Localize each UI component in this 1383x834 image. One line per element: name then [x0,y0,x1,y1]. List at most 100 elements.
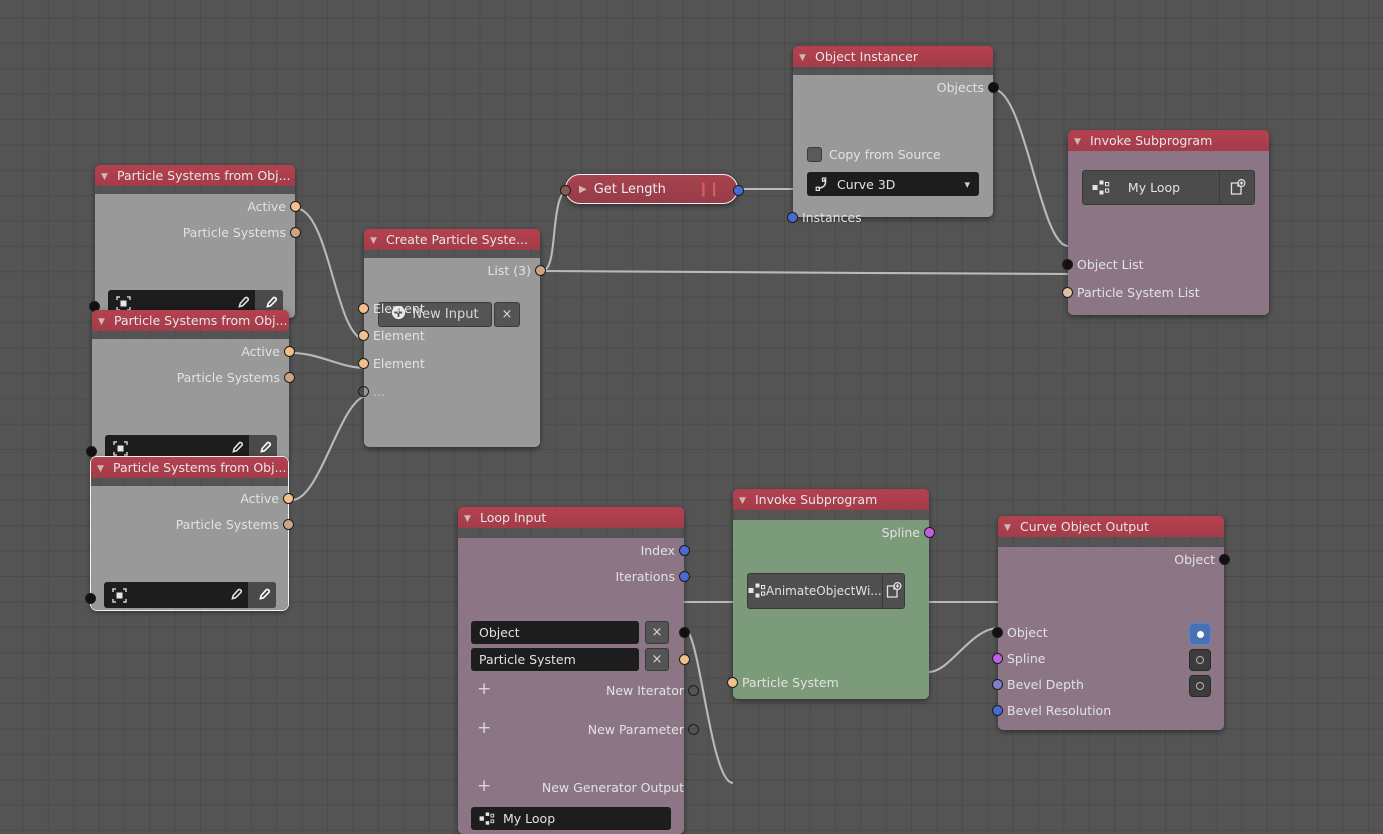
socket-label: Index [640,543,675,558]
socket-index-out[interactable] [679,545,690,556]
eyedropper-icon[interactable] [221,440,249,457]
node-body: List (3) New Input × Element Element Ele… [358,258,546,447]
output-row-particle-systems: Particle Systems [92,365,295,391]
socket-particle-systems-out[interactable] [290,227,301,238]
link-psfo1-element1 [294,206,367,342]
new-iterator-row[interactable]: New Iterator [458,678,699,704]
node-invoke-subprogram-animate-object[interactable]: ▼Invoke Subprogram Spline AnimateObject [727,489,935,699]
subprogram-selector[interactable]: My Loop [1082,170,1255,205]
input-row-element-3: Element [358,350,540,378]
collapse-triangle-icon[interactable]: ▼ [1074,132,1084,151]
node-header[interactable]: ▼ Invoke Subprogram [1068,130,1269,151]
node-object-instancer[interactable]: ▼ Object Instancer Objects Copy from Sour… [787,46,999,225]
node-get-length[interactable]: ▶ Get Length ❙❙ [560,174,744,204]
object-picker-field[interactable] [104,582,276,608]
copy-from-source-checkbox[interactable] [807,147,822,162]
node-particle-systems-from-object-2[interactable]: ▼ Particle Systems from Obj... Active Par… [86,310,295,463]
socket-bevel-depth-in[interactable] [992,679,1003,690]
collapse-triangle-icon[interactable]: ▼ [98,312,108,331]
new-subprogram-icon[interactable] [881,573,904,609]
socket-instances-in[interactable] [787,212,798,223]
toggle-bevel-depth-enabled[interactable] [1189,649,1211,671]
collapse-triangle-icon[interactable]: ▼ [1004,518,1014,537]
socket-object-in[interactable] [85,593,96,604]
node-header[interactable]: ▼ Particle Systems from Obj... [95,165,295,186]
subprogram-selector[interactable]: AnimateObjectWi... [747,573,905,609]
socket-particle-systems-out[interactable] [283,519,294,530]
node-header[interactable]: ▼ Create Particle Syste... [364,229,540,250]
eyedropper-icon[interactable] [220,587,248,604]
socket-list-in[interactable] [560,184,571,196]
socket-active-out[interactable] [284,346,295,357]
link-spline-curvespline [928,626,999,674]
socket-object-list-in[interactable] [1062,259,1073,270]
collapse-triangle-icon[interactable]: ▼ [97,459,107,478]
expand-triangle-icon[interactable]: ▶ [579,184,587,195]
node-header[interactable]: ▼ Curve Object Output [998,516,1224,537]
eyedropper-active-icon[interactable] [248,582,276,608]
input-row-particle-system: Particle System [727,670,938,696]
socket-object-in[interactable] [992,627,1003,638]
socket-new-iterator[interactable] [688,685,699,696]
eyedropper-icon[interactable] [227,295,255,312]
socket-particle-system-list-in[interactable] [1062,287,1073,298]
socket-list-out[interactable] [535,265,546,276]
socket-label: Bevel Resolution [1007,703,1112,718]
node-header[interactable]: ▼ Particle Systems from Obj... [92,310,289,331]
collapse-triangle-icon[interactable]: ▼ [739,491,749,510]
socket-particle-system-out[interactable] [679,654,690,665]
output-row-iterations: Iterations [458,564,690,590]
socket-particle-systems-out[interactable] [284,372,295,383]
socket-spline-out[interactable] [924,527,935,538]
socket-active-out[interactable] [283,493,294,504]
collapse-triangle-icon[interactable]: ▼ [370,231,380,250]
node-title: Object Instancer [815,49,918,64]
socket-particle-system-in[interactable] [727,677,738,688]
socket-iterations-out[interactable] [679,571,690,582]
node-editor-canvas[interactable]: ▼ Particle Systems from Obj... Active Par… [0,0,1383,834]
socket-objects-out[interactable] [988,82,999,93]
new-generator-output-row[interactable]: New Generator Output [458,775,700,801]
socket-active-out[interactable] [290,201,301,212]
socket-element-1-in[interactable] [358,303,369,314]
socket-object-out[interactable] [1219,554,1230,565]
node-create-particle-system-list[interactable]: ▼ Create Particle Syste... List (3) New I… [358,229,546,447]
iterator-field-object[interactable]: Object [471,621,639,644]
toggle-spline-enabled[interactable] [1189,623,1211,645]
loop-name-field[interactable]: My Loop [471,807,671,830]
node-title: Invoke Subprogram [1090,133,1213,148]
socket-bevel-resolution-in[interactable] [992,705,1003,716]
node-header[interactable]: ▼ Object Instancer [793,46,993,67]
collapse-triangle-icon[interactable]: ▼ [464,509,474,528]
new-parameter-row[interactable]: New Parameter [458,717,699,743]
socket-spline-in[interactable] [992,653,1003,664]
node-invoke-subprogram-my-loop[interactable]: ▼ Invoke Subprogram My Loop Object List … [1062,130,1269,315]
collapse-triangle-icon[interactable]: ▼ [799,48,809,67]
remove-iterator-particle-system-button[interactable]: × [645,648,669,671]
node-particle-systems-from-object-1[interactable]: ▼ Particle Systems from Obj... Active Par… [89,165,301,318]
node-header[interactable]: ▼ Invoke Subprogram [733,489,929,510]
node-body: Active Particle Systems [86,339,295,463]
iterator-field-particle-system[interactable]: Particle System [471,648,639,671]
toggle-bevel-resolution-enabled[interactable] [1189,675,1211,697]
remove-iterator-object-button[interactable]: × [645,621,669,644]
socket-object-in[interactable] [86,446,97,457]
socket-new-parameter[interactable] [688,724,699,735]
input-row-particle-system-list: Particle System List [1062,280,1278,306]
node-header[interactable]: ▼ Loop Input [458,507,684,528]
node-header[interactable]: ▼ Particle Systems from Obj... [91,457,288,478]
new-iterator-label: New Iterator [605,683,684,698]
socket-element-2-in[interactable] [358,330,369,341]
socket-element-3-in[interactable] [358,358,369,369]
socket-object-out[interactable] [679,627,690,638]
node-loop-input[interactable]: ▼ Loop Input Index Iterations Object × Pa… [458,507,699,834]
socket-length-out[interactable] [733,184,744,196]
chevron-down-icon[interactable]: ▾ [964,178,970,191]
node-curve-object-output[interactable]: ▼ Curve Object Output Object Object Splin… [992,516,1230,730]
object-type-dropdown[interactable]: Curve 3D ▾ [807,172,979,196]
pause-icon: ❙❙ [697,181,720,197]
node-particle-systems-from-object-3[interactable]: ▼ Particle Systems from Obj... Active Par… [85,456,294,611]
collapse-triangle-icon[interactable]: ▼ [101,167,111,186]
new-subprogram-icon[interactable] [1219,170,1254,205]
socket-more-in[interactable] [358,386,369,397]
